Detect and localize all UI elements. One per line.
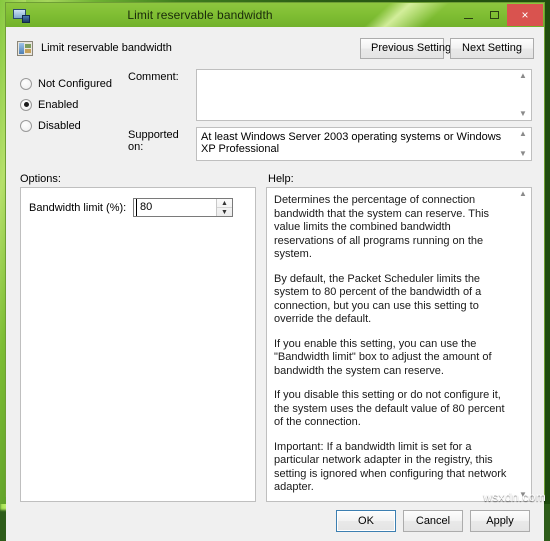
policy-state-row: Not Configured Enabled Disabled Comment:…	[6, 67, 544, 167]
maximize-button[interactable]	[481, 4, 507, 26]
window-title-bar[interactable]: Limit reservable bandwidth ×	[6, 3, 544, 27]
supported-on-row: Supported on: At least Windows Server 20…	[128, 127, 532, 161]
pane-labels-row: Options: Help:	[6, 167, 544, 187]
radio-not-configured[interactable]: Not Configured	[20, 73, 120, 94]
scroll-down-icon[interactable]: ▼	[519, 150, 527, 158]
help-paragraph: If you enable this setting, you can use …	[274, 338, 511, 379]
bandwidth-limit-label: Bandwidth limit (%):	[29, 202, 133, 214]
supported-on-label: Supported on:	[128, 127, 196, 161]
help-text: Determines the percentage of connection …	[274, 194, 511, 495]
bandwidth-limit-spinner[interactable]: 80 ▲ ▼	[133, 198, 233, 217]
policy-header-row: Limit reservable bandwidth Previous Sett…	[6, 27, 544, 67]
scroll-up-icon[interactable]: ▲	[519, 190, 527, 198]
options-pane: Bandwidth limit (%): 80 ▲ ▼	[20, 187, 256, 502]
radio-disabled-label: Disabled	[38, 120, 81, 132]
previous-setting-button[interactable]: Previous Setting	[360, 38, 444, 59]
spin-up-button[interactable]: ▲	[217, 199, 232, 207]
radio-not-configured-label: Not Configured	[38, 78, 112, 90]
help-paragraph: Determines the percentage of connection …	[274, 194, 511, 262]
group-policy-setting-window: Limit reservable bandwidth × Limit reser…	[5, 2, 545, 497]
bandwidth-limit-input[interactable]: 80	[136, 199, 216, 216]
badge-glyph	[22, 15, 30, 23]
minimize-icon	[464, 18, 473, 19]
options-pane-label: Options:	[20, 173, 262, 185]
policy-editor-icon	[13, 7, 29, 23]
minimize-button[interactable]	[455, 4, 481, 26]
radio-enabled[interactable]: Enabled	[20, 94, 120, 115]
radio-enabled-icon	[20, 99, 32, 111]
maximize-icon	[490, 11, 499, 19]
help-paragraph: By default, the Packet Scheduler limits …	[274, 273, 511, 327]
supported-on-text: At least Windows Server 2003 operating s…	[201, 131, 501, 155]
comment-scrollbar[interactable]: ▲ ▼	[516, 71, 530, 119]
supported-on-value: At least Windows Server 2003 operating s…	[196, 127, 532, 161]
close-button[interactable]: ×	[507, 4, 543, 26]
radio-not-configured-icon	[20, 78, 32, 90]
window-client-area: Limit reservable bandwidth Previous Sett…	[6, 27, 544, 541]
ok-button[interactable]: OK	[336, 510, 396, 532]
comment-row: Comment: ▲ ▼	[128, 69, 532, 121]
radio-disabled[interactable]: Disabled	[20, 115, 120, 136]
scroll-down-icon[interactable]: ▼	[519, 110, 527, 118]
help-scrollbar[interactable]: ▲ ▼	[516, 189, 530, 500]
scroll-up-icon[interactable]: ▲	[519, 72, 527, 80]
help-pane-label: Help:	[262, 173, 532, 185]
radio-enabled-label: Enabled	[38, 99, 78, 111]
apply-button[interactable]: Apply	[470, 510, 530, 532]
policy-name-label: Limit reservable bandwidth	[41, 42, 360, 54]
cancel-button[interactable]: Cancel	[403, 510, 463, 532]
close-icon: ×	[521, 8, 528, 22]
bandwidth-limit-row: Bandwidth limit (%): 80 ▲ ▼	[29, 198, 247, 217]
help-paragraph: If you disable this setting or do not co…	[274, 389, 511, 430]
site-watermark: wsxdn.com	[483, 490, 546, 504]
bandwidth-spin-buttons[interactable]: ▲ ▼	[216, 199, 232, 216]
help-pane[interactable]: Determines the percentage of connection …	[266, 187, 532, 502]
supported-on-scrollbar[interactable]: ▲ ▼	[516, 129, 530, 159]
radio-disabled-icon	[20, 120, 32, 132]
comment-and-supported-area: Comment: ▲ ▼ Supported on: At least Wind…	[120, 69, 532, 167]
policy-setting-icon	[17, 41, 33, 56]
dialog-footer: OK Cancel Apply	[6, 502, 544, 541]
window-title: Limit reservable bandwidth	[35, 8, 455, 22]
spin-down-button[interactable]: ▼	[217, 207, 232, 216]
scroll-up-icon[interactable]: ▲	[519, 130, 527, 138]
comment-input[interactable]: ▲ ▼	[196, 69, 532, 121]
comment-label: Comment:	[128, 69, 196, 121]
panes-row: Bandwidth limit (%): 80 ▲ ▼ Determines t…	[6, 187, 544, 502]
policy-state-radio-group: Not Configured Enabled Disabled	[20, 69, 120, 167]
help-paragraph: Important: If a bandwidth limit is set f…	[274, 441, 511, 495]
next-setting-button[interactable]: Next Setting	[450, 38, 534, 59]
